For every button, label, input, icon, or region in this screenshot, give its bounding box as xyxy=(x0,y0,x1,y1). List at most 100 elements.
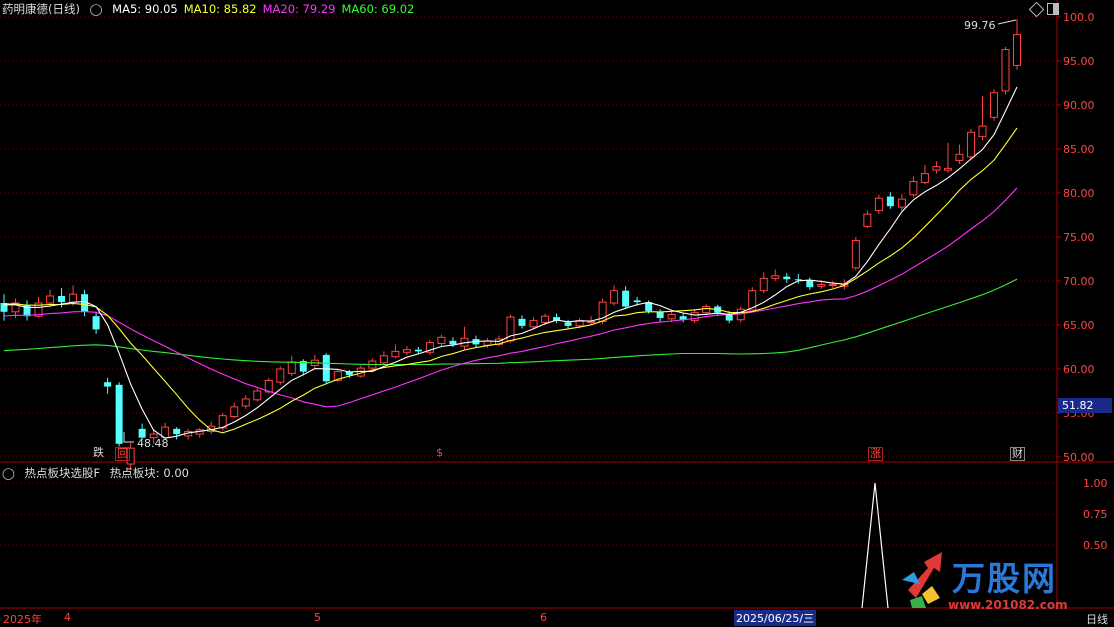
candle-body-up xyxy=(690,312,699,322)
price-axis-label: 85.00 xyxy=(1063,143,1095,156)
candle-body-up xyxy=(989,92,998,118)
candle-body-up xyxy=(587,320,596,323)
candle-body-up xyxy=(1013,34,1021,66)
candle-body-down xyxy=(806,280,814,288)
candle-body-up xyxy=(276,368,285,383)
stock-chart-window: 100.0 95.00 90.00 85.00 80.00 75.00 70.00 65.00… xyxy=(0,0,1114,626)
candle-body-down xyxy=(564,322,572,326)
brand-logo-arrow-icon xyxy=(900,550,950,610)
price-axis-label: 50.00 xyxy=(1063,451,1095,464)
candle-body-down xyxy=(622,290,630,307)
current-price-tag: 51.82 xyxy=(1058,398,1112,413)
price-axis-label: 100.0 xyxy=(1063,11,1095,24)
brand-watermark: 万股网 www.201082.com xyxy=(900,548,1100,618)
time-axis-month-4: 4 xyxy=(64,611,71,624)
main-chart[interactable]: 100.0 95.00 90.00 85.00 80.00 75.00 70.00 65.00… xyxy=(0,0,1114,625)
sub-axis-label: 1.00 xyxy=(1083,477,1108,490)
candle-body-up xyxy=(863,213,872,227)
brand-name: 万股网 xyxy=(952,559,1057,598)
candle-body-up xyxy=(1001,49,1010,92)
candle-body-up xyxy=(828,284,837,287)
ma10-line xyxy=(4,127,1018,434)
time-axis-month-6: 6 xyxy=(540,611,547,624)
signal-marker: 跌 xyxy=(93,446,104,459)
candle-body-up xyxy=(253,390,262,401)
candle-body-up xyxy=(966,131,975,158)
price-axis-label: 70.00 xyxy=(1063,275,1095,288)
brand-url: www.201082.com xyxy=(948,598,1068,612)
candle-body-up xyxy=(287,361,296,374)
candle-body-down xyxy=(783,276,791,280)
signal-marker: 财 xyxy=(1010,447,1025,461)
candle-body-up xyxy=(541,315,550,323)
candle-body-up xyxy=(46,295,55,304)
price-axis-label: 90.00 xyxy=(1063,99,1095,112)
candle-body-up xyxy=(702,306,711,314)
time-axis-month-5: 5 xyxy=(314,611,321,624)
candle-body-down xyxy=(794,279,802,281)
header-dropdown-icon[interactable]: ◯ xyxy=(90,2,103,16)
candle-body-up xyxy=(817,284,826,287)
candle-body-down xyxy=(886,196,894,207)
ma-legend-item: MA5: 90.05 xyxy=(112,2,178,16)
ma5-line xyxy=(4,86,1018,439)
main-chart-header: 药明康德(日线) ◯ MA5: 90.05 MA10: 85.82 MA20: 79… xyxy=(2,1,426,17)
candle-body-down xyxy=(115,384,123,444)
candle-body-up xyxy=(69,293,78,303)
price-axis-label: 65.00 xyxy=(1063,319,1095,332)
sub-chart-title[interactable]: 热点板块选股F xyxy=(25,466,101,480)
candle-body-up xyxy=(667,313,676,320)
window-toggle-icon[interactable] xyxy=(1047,3,1059,15)
candle-body-up xyxy=(943,167,952,171)
stock-name[interactable]: 药明康德(日线) xyxy=(2,2,80,16)
signal-marker: 涨 xyxy=(868,447,883,461)
price-axis-label: 75.00 xyxy=(1063,231,1095,244)
ma-legend-item: MA10: 85.82 xyxy=(183,2,257,16)
collapse-icon[interactable]: ◯ xyxy=(2,466,15,480)
sub-axis-label: 0.75 xyxy=(1083,508,1108,521)
candle-body-up xyxy=(771,275,780,279)
price-axis-label: 60.00 xyxy=(1063,363,1095,376)
candle-body-up xyxy=(897,198,906,208)
candle-body-down xyxy=(92,316,100,330)
candle-body-up xyxy=(932,166,941,171)
candle-body-down xyxy=(414,349,422,352)
candle-body-up xyxy=(851,240,860,269)
candle-body-up xyxy=(529,320,538,328)
low-price-annotation: 48.48 xyxy=(137,437,169,450)
candle-body-up xyxy=(610,290,619,304)
candle-body-down xyxy=(449,340,457,345)
price-axis-label: 95.00 xyxy=(1063,55,1095,68)
candle-body-down xyxy=(633,300,641,303)
candle-body-up xyxy=(241,398,250,407)
candle-body-up xyxy=(391,350,400,358)
candle-body-up xyxy=(402,349,411,353)
ma-legend-item: MA20: 79.29 xyxy=(262,2,336,16)
candle-body-down xyxy=(518,318,526,326)
ma-legend: MA5: 90.05 MA10: 85.82 MA20: 79.29 MA60: 69… xyxy=(112,2,420,16)
candle-body-up xyxy=(437,336,446,344)
candle-body-up xyxy=(379,355,388,364)
candle-body-down xyxy=(58,295,66,303)
high-price-annotation: 99.76 xyxy=(964,19,996,32)
candle-body-up xyxy=(909,181,918,196)
ma-legend-item: MA60: 69.02 xyxy=(341,2,415,16)
signal-marker: $ xyxy=(436,446,443,459)
candle-body-up xyxy=(230,406,239,418)
cursor-date-label: 2025/06/25/三 xyxy=(734,610,817,626)
sub-chart-value: 热点板块: 0.00 xyxy=(109,466,189,480)
candle-body-up xyxy=(978,125,987,138)
price-axis-label: 80.00 xyxy=(1063,187,1095,200)
candle-body-up xyxy=(920,173,929,183)
signal-marker: 回 xyxy=(115,447,130,461)
candle-body-down xyxy=(656,311,664,318)
high-annotation-arrow xyxy=(997,19,1017,25)
candle-body-up xyxy=(759,277,768,292)
sub-chart-header: ◯ 热点板块选股F 热点板块: 0.00 xyxy=(2,465,195,481)
candle-body-down xyxy=(104,382,112,387)
candle-body-up xyxy=(874,197,883,212)
candle-body-up xyxy=(955,153,964,161)
low-annotation-arrow xyxy=(123,432,134,443)
candle-body-down xyxy=(322,354,330,382)
candle-body-down xyxy=(173,428,181,435)
